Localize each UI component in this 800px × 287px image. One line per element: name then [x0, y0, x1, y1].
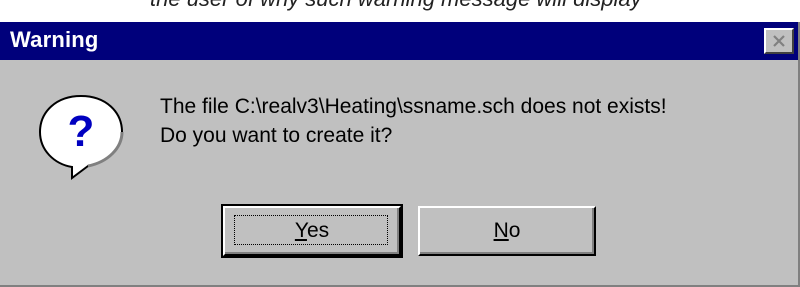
screenshot: the user of why such warning message wil…	[0, 0, 800, 287]
message-line-2: Do you want to create it?	[160, 124, 393, 147]
yes-button[interactable]: Yes	[221, 204, 403, 258]
warning-dialog: Warning ? The file C:\realv3\Heating\ssn…	[0, 22, 800, 287]
no-button[interactable]: No	[418, 206, 596, 256]
close-icon	[773, 35, 785, 47]
svg-text:?: ?	[68, 107, 95, 156]
close-button[interactable]	[764, 28, 794, 54]
question-icon: ?	[36, 92, 126, 182]
message-line-1: The file C:\realv3\Heating\ssname.sch do…	[160, 95, 667, 118]
yes-label-rest: es	[306, 219, 330, 242]
yes-mnemonic: Y	[294, 219, 307, 242]
title-bar[interactable]: Warning	[0, 22, 798, 60]
caption-text: the user of why such warning message wil…	[150, 0, 642, 12]
no-mnemonic: N	[493, 219, 509, 242]
no-label-rest: o	[508, 219, 521, 242]
message-text: The file C:\realv3\Heating\ssname.sch do…	[160, 92, 667, 150]
dialog-title: Warning	[10, 27, 99, 52]
